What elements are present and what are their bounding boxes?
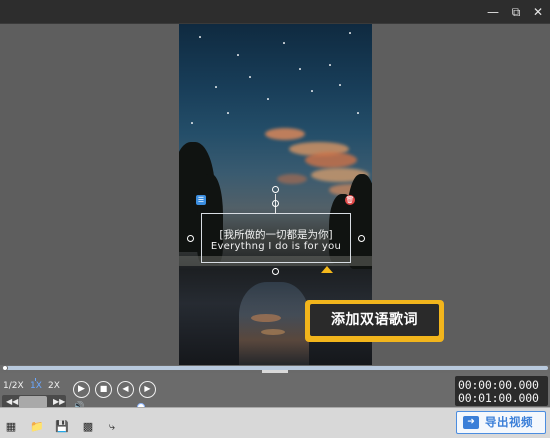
bottom-resize-handle[interactable]: [272, 268, 279, 275]
right-resize-handle[interactable]: [358, 235, 365, 242]
stop-button[interactable]: ■: [95, 381, 112, 398]
speed-1x[interactable]: 1X: [30, 380, 42, 392]
timeline-playhead[interactable]: [2, 365, 8, 371]
restore-icon[interactable]: ⧉: [506, 0, 526, 24]
export-video-label: 导出视频: [485, 415, 533, 429]
next-frame-button[interactable]: ▶: [139, 381, 156, 398]
close-icon[interactable]: ✕: [528, 0, 548, 24]
save-icon[interactable]: 💾: [55, 421, 69, 433]
list-icon[interactable]: ☰: [196, 195, 206, 205]
total-time: 00:01:00.000: [458, 391, 539, 405]
play-button[interactable]: ▶: [73, 381, 90, 398]
next-icon: ▶: [144, 384, 151, 393]
video-editor-window: — ⧉ ✕ ☰ 🗑 [我所做的一切都是为你] Everythng I do is…: [0, 0, 550, 438]
trash-icon[interactable]: 🗑: [345, 195, 355, 205]
speed-indicator: [35, 378, 36, 381]
speed-2x[interactable]: 2X: [48, 380, 60, 392]
share-icon[interactable]: ⤷: [105, 421, 119, 433]
current-time: 00:00:00.000: [458, 378, 539, 392]
preview-stage: ☰ 🗑 [我所做的一切都是为你] Everythng I do is for y…: [0, 24, 550, 365]
callout-arrow: [321, 266, 333, 273]
stop-icon: ■: [99, 384, 108, 393]
play-icon: ▶: [78, 384, 85, 394]
previous-icon: ◀: [122, 384, 129, 393]
new-project-icon[interactable]: ▦: [4, 421, 18, 433]
title-bar: — ⧉ ✕: [0, 0, 550, 24]
minimize-icon[interactable]: —: [483, 0, 503, 24]
export-icon: ➜: [463, 416, 479, 429]
callout-label: 添加双语歌词: [310, 304, 439, 336]
top-resize-handle[interactable]: [272, 200, 279, 207]
open-folder-icon[interactable]: 📁: [30, 421, 44, 433]
subtitle-english-text: Everythng I do is for you: [210, 241, 342, 252]
save-as-icon[interactable]: ▩: [81, 421, 95, 433]
rotate-handle[interactable]: [272, 186, 279, 193]
previous-frame-button[interactable]: ◀: [117, 381, 134, 398]
bilingual-lyrics-callout: 添加双语歌词: [305, 300, 444, 342]
speed-half[interactable]: 1/2X: [3, 380, 24, 392]
subtitle-chinese-text: [我所做的一切都是为你]: [219, 229, 333, 241]
left-resize-handle[interactable]: [187, 235, 194, 242]
